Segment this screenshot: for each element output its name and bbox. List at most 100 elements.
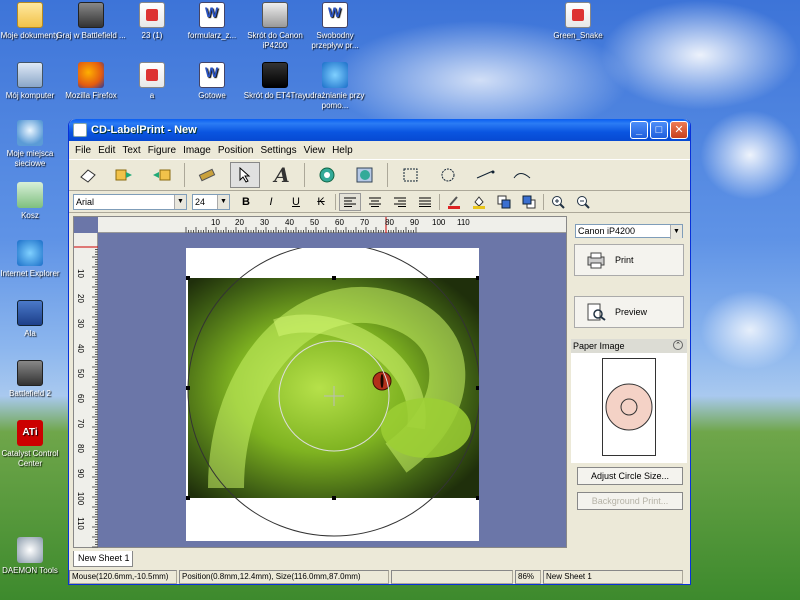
desktop-icon-internet-explorer[interactable]: Internet Explorer — [0, 240, 65, 279]
maximize-button[interactable]: □ — [650, 121, 668, 139]
et4tray-icon — [262, 62, 288, 88]
sheet-tab[interactable]: New Sheet 1 — [73, 551, 133, 567]
collapse-icon[interactable]: ⌃ — [673, 340, 683, 350]
print-button[interactable]: Print — [574, 244, 684, 276]
status-object-position: Position(0.8mm,12.4mm), Size(116.0mm,87.… — [179, 570, 389, 584]
desktop-icon-ala[interactable]: Ala — [0, 300, 65, 339]
desktop-icon-battlefield-2[interactable]: Battlefield 2 — [0, 360, 65, 399]
font-size-value: 24 — [195, 196, 206, 207]
menu-figure[interactable]: Figure — [148, 145, 176, 156]
paper-image-header[interactable]: Paper Image ⌃ — [571, 339, 687, 353]
paper-sheet-thumbnail — [602, 358, 656, 456]
select-tool-button[interactable] — [230, 162, 260, 188]
status-sheet: New Sheet 1 — [543, 570, 683, 584]
menu-view[interactable]: View — [304, 145, 326, 156]
app-icon — [73, 123, 87, 137]
disc-thumbnail-outer — [605, 383, 653, 431]
bring-front-button[interactable] — [493, 193, 515, 211]
document-icon — [139, 62, 165, 88]
menu-file[interactable]: File — [75, 145, 91, 156]
import-button[interactable] — [110, 162, 140, 188]
desktop-icon-daemon-tools[interactable]: DAEMON Tools — [0, 537, 65, 576]
background-image-button[interactable] — [350, 162, 380, 188]
import-icon — [115, 169, 132, 181]
menu-settings[interactable]: Settings — [260, 145, 296, 156]
desktop-icon-battlefield-play[interactable]: Graj w Battlefield ... — [56, 2, 126, 41]
format-toolbar: Arial ▼ 24 ▼ B I U K — [69, 191, 690, 213]
ruler-label-70: 70 — [360, 218, 369, 227]
underline-button[interactable]: U — [285, 193, 307, 211]
desktop-icon-formularz[interactable]: formularz_z... — [177, 2, 247, 41]
line-tool-button[interactable] — [470, 162, 500, 188]
close-button[interactable]: ✕ — [670, 121, 688, 139]
paper-image-area — [571, 353, 687, 463]
menu-edit[interactable]: Edit — [98, 145, 115, 156]
adjust-circle-size-button[interactable]: Adjust Circle Size... — [577, 467, 683, 485]
menu-help[interactable]: Help — [332, 145, 353, 156]
strikethrough-button[interactable]: K — [310, 193, 332, 211]
label-workspace[interactable]: 10 20 30 40 50 60 70 80 90 100 110 10 20… — [73, 216, 567, 548]
desktop-icon-udraznianie[interactable]: udrażnianie przy pomo... — [300, 62, 370, 111]
pen-color-icon — [448, 195, 460, 209]
fill-color-button[interactable] — [468, 193, 490, 211]
menu-position[interactable]: Position — [218, 145, 254, 156]
cd-labelprint-window: CD-LabelPrint - New _ □ ✕ File Edit Text… — [68, 119, 691, 585]
desktop-cloud — [700, 290, 800, 370]
fill-bucket-icon — [473, 195, 485, 209]
font-size-select[interactable]: 24 ▼ — [192, 193, 230, 210]
menu-text[interactable]: Text — [122, 145, 140, 156]
ruler-label-v50: 50 — [75, 369, 85, 378]
justify-button[interactable] — [414, 193, 436, 211]
circle-tool-button[interactable] — [433, 162, 463, 188]
desktop-icon-firefox[interactable]: Mozilla Firefox — [56, 62, 126, 101]
align-center-icon — [369, 197, 381, 207]
horizontal-ruler: 10 20 30 40 50 60 70 80 90 100 110 — [98, 217, 566, 233]
insert-image-button[interactable] — [313, 162, 343, 188]
desktop-icon-recycle-bin[interactable]: Kosz — [0, 182, 65, 221]
align-right-button[interactable] — [389, 193, 411, 211]
zoom-in-button[interactable] — [547, 193, 569, 211]
rectangle-tool-button[interactable] — [396, 162, 426, 188]
desktop-icon-catalyst[interactable]: ATi Catalyst Control Center — [0, 420, 65, 469]
layout-tool-button[interactable] — [193, 162, 223, 188]
label-canvas[interactable] — [186, 243, 481, 541]
desktop-icon-green-snake[interactable]: Green_Snake — [543, 2, 613, 41]
ruler-label-v100: 100 — [76, 491, 86, 506]
chevron-down-icon: ▼ — [174, 194, 186, 209]
export-button[interactable] — [147, 162, 177, 188]
title-bar[interactable]: CD-LabelPrint - New _ □ ✕ — [69, 119, 690, 141]
background-print-button[interactable]: Background Print... — [577, 492, 683, 510]
printer-select[interactable]: Canon iP4200 ▼ — [575, 224, 683, 239]
align-left-button[interactable] — [339, 192, 361, 211]
bold-icon: B — [242, 195, 250, 208]
ruler-label-v10: 10 — [75, 269, 85, 278]
preview-button[interactable]: Preview — [574, 296, 684, 328]
image-document-icon — [565, 2, 591, 28]
minimize-button[interactable]: _ — [630, 121, 648, 139]
desktop-icon-swobodny[interactable]: Swobodny przepływ pr... — [300, 2, 370, 51]
menu-image[interactable]: Image — [183, 145, 211, 156]
strikethrough-icon: K — [317, 195, 325, 208]
desktop-cloud — [600, 0, 800, 110]
eraser-tool-button[interactable] — [73, 162, 103, 188]
text-tool-button[interactable]: A — [267, 162, 297, 188]
print-label: Print — [615, 255, 634, 265]
bold-button[interactable]: B — [235, 193, 257, 211]
desktop-icon-network-places[interactable]: Moje miejsca sieciowe — [0, 120, 65, 169]
arc-tool-button[interactable] — [507, 162, 537, 188]
desktop-icon-gotowe[interactable]: Gotowe — [177, 62, 247, 101]
toolbar-separator — [304, 163, 305, 187]
toolbar-separator — [543, 193, 544, 210]
ruler-label-v110: 110 — [75, 517, 85, 530]
font-family-select[interactable]: Arial ▼ — [73, 193, 187, 210]
italic-button[interactable]: I — [260, 193, 282, 211]
preview-icon — [587, 303, 606, 321]
ruler-label-40: 40 — [285, 218, 294, 227]
align-center-button[interactable] — [364, 193, 386, 211]
send-back-button[interactable] — [518, 193, 540, 211]
menu-bar: File Edit Text Figure Image Position Set… — [69, 141, 690, 159]
line-color-button[interactable] — [443, 193, 465, 211]
horizontal-ruler-ticks — [185, 217, 417, 233]
zoom-out-button[interactable] — [572, 193, 594, 211]
book-icon — [17, 300, 43, 326]
